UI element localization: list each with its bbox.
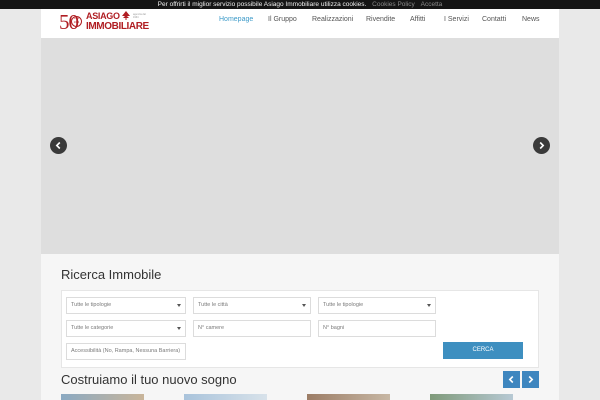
featured-thumb-2[interactable] bbox=[184, 394, 267, 400]
citta-select[interactable]: Tutte le città bbox=[193, 297, 311, 314]
site-header: 50 1964 2014 ASIAGO IMMOBILIARE agenzia … bbox=[41, 9, 559, 38]
caret-down-icon bbox=[177, 304, 181, 307]
featured-thumb-1[interactable] bbox=[61, 394, 144, 400]
nav-item-i-servizi[interactable]: I Servizi bbox=[444, 15, 469, 25]
tree-icon bbox=[122, 11, 130, 20]
nav-item-il-gruppo[interactable]: Il Gruppo bbox=[268, 15, 297, 25]
categorie-select[interactable]: Tutte le categorie bbox=[66, 320, 186, 337]
nav-item-news[interactable]: News bbox=[522, 15, 540, 25]
caret-down-icon bbox=[302, 304, 306, 307]
nav-item-realizzazioni[interactable]: Realizzazioni bbox=[312, 15, 353, 25]
bagni-input[interactable]: N° bagni bbox=[318, 320, 436, 337]
search-button[interactable]: CERCA bbox=[443, 342, 523, 359]
carousel-next-button[interactable] bbox=[522, 371, 539, 388]
cookie-policy-link[interactable]: Cookies Policy bbox=[372, 1, 415, 8]
caret-down-icon bbox=[427, 304, 431, 307]
featured-thumb-3[interactable] bbox=[307, 394, 390, 400]
logo[interactable]: 50 1964 2014 ASIAGO IMMOBILIARE agenzia … bbox=[59, 11, 153, 35]
chevron-left-icon bbox=[55, 141, 61, 150]
featured-thumb-4[interactable] bbox=[430, 394, 513, 400]
slider-next-button[interactable] bbox=[533, 137, 550, 154]
hero-slider bbox=[41, 38, 559, 254]
search-title: Ricerca Immobile bbox=[61, 267, 162, 282]
carousel-prev-button[interactable] bbox=[503, 371, 520, 388]
logo-tagline: agenzia dal 1964 bbox=[133, 13, 146, 19]
logo-line2: IMMOBILIARE bbox=[86, 21, 149, 32]
chevron-right-icon bbox=[539, 141, 545, 150]
nav-item-rivendite[interactable]: Rivendite bbox=[366, 15, 395, 25]
chevron-left-icon bbox=[508, 375, 514, 384]
logo-seal: 1964 2014 bbox=[71, 16, 82, 27]
camere-input[interactable]: N° camere bbox=[193, 320, 311, 337]
nav-item-affitti[interactable]: Affitti bbox=[410, 15, 425, 25]
cookie-message: Per offrirti il miglior servizio possibi… bbox=[157, 1, 367, 8]
slider-prev-button[interactable] bbox=[50, 137, 67, 154]
logo-line1: ASIAGO bbox=[86, 11, 120, 21]
chevron-right-icon bbox=[528, 375, 534, 384]
caret-down-icon bbox=[177, 327, 181, 330]
tipologie-select[interactable]: Tutte le tipologie bbox=[66, 297, 186, 314]
tipologie-select-2[interactable]: Tutte le tipologie bbox=[318, 297, 436, 314]
cookie-accept-link[interactable]: Accetta bbox=[421, 1, 443, 8]
nav-item-contatti[interactable]: Contatti bbox=[482, 15, 506, 25]
nav-item-homepage[interactable]: Homepage bbox=[219, 15, 253, 25]
featured-title: Costruiamo il tuo nuovo sogno bbox=[61, 372, 237, 387]
accessibilita-input[interactable]: Accessibilità (No, Rampa, Nessuna Barrie… bbox=[66, 343, 186, 360]
cookie-bar: Per offrirti il miglior servizio possibi… bbox=[0, 0, 600, 9]
